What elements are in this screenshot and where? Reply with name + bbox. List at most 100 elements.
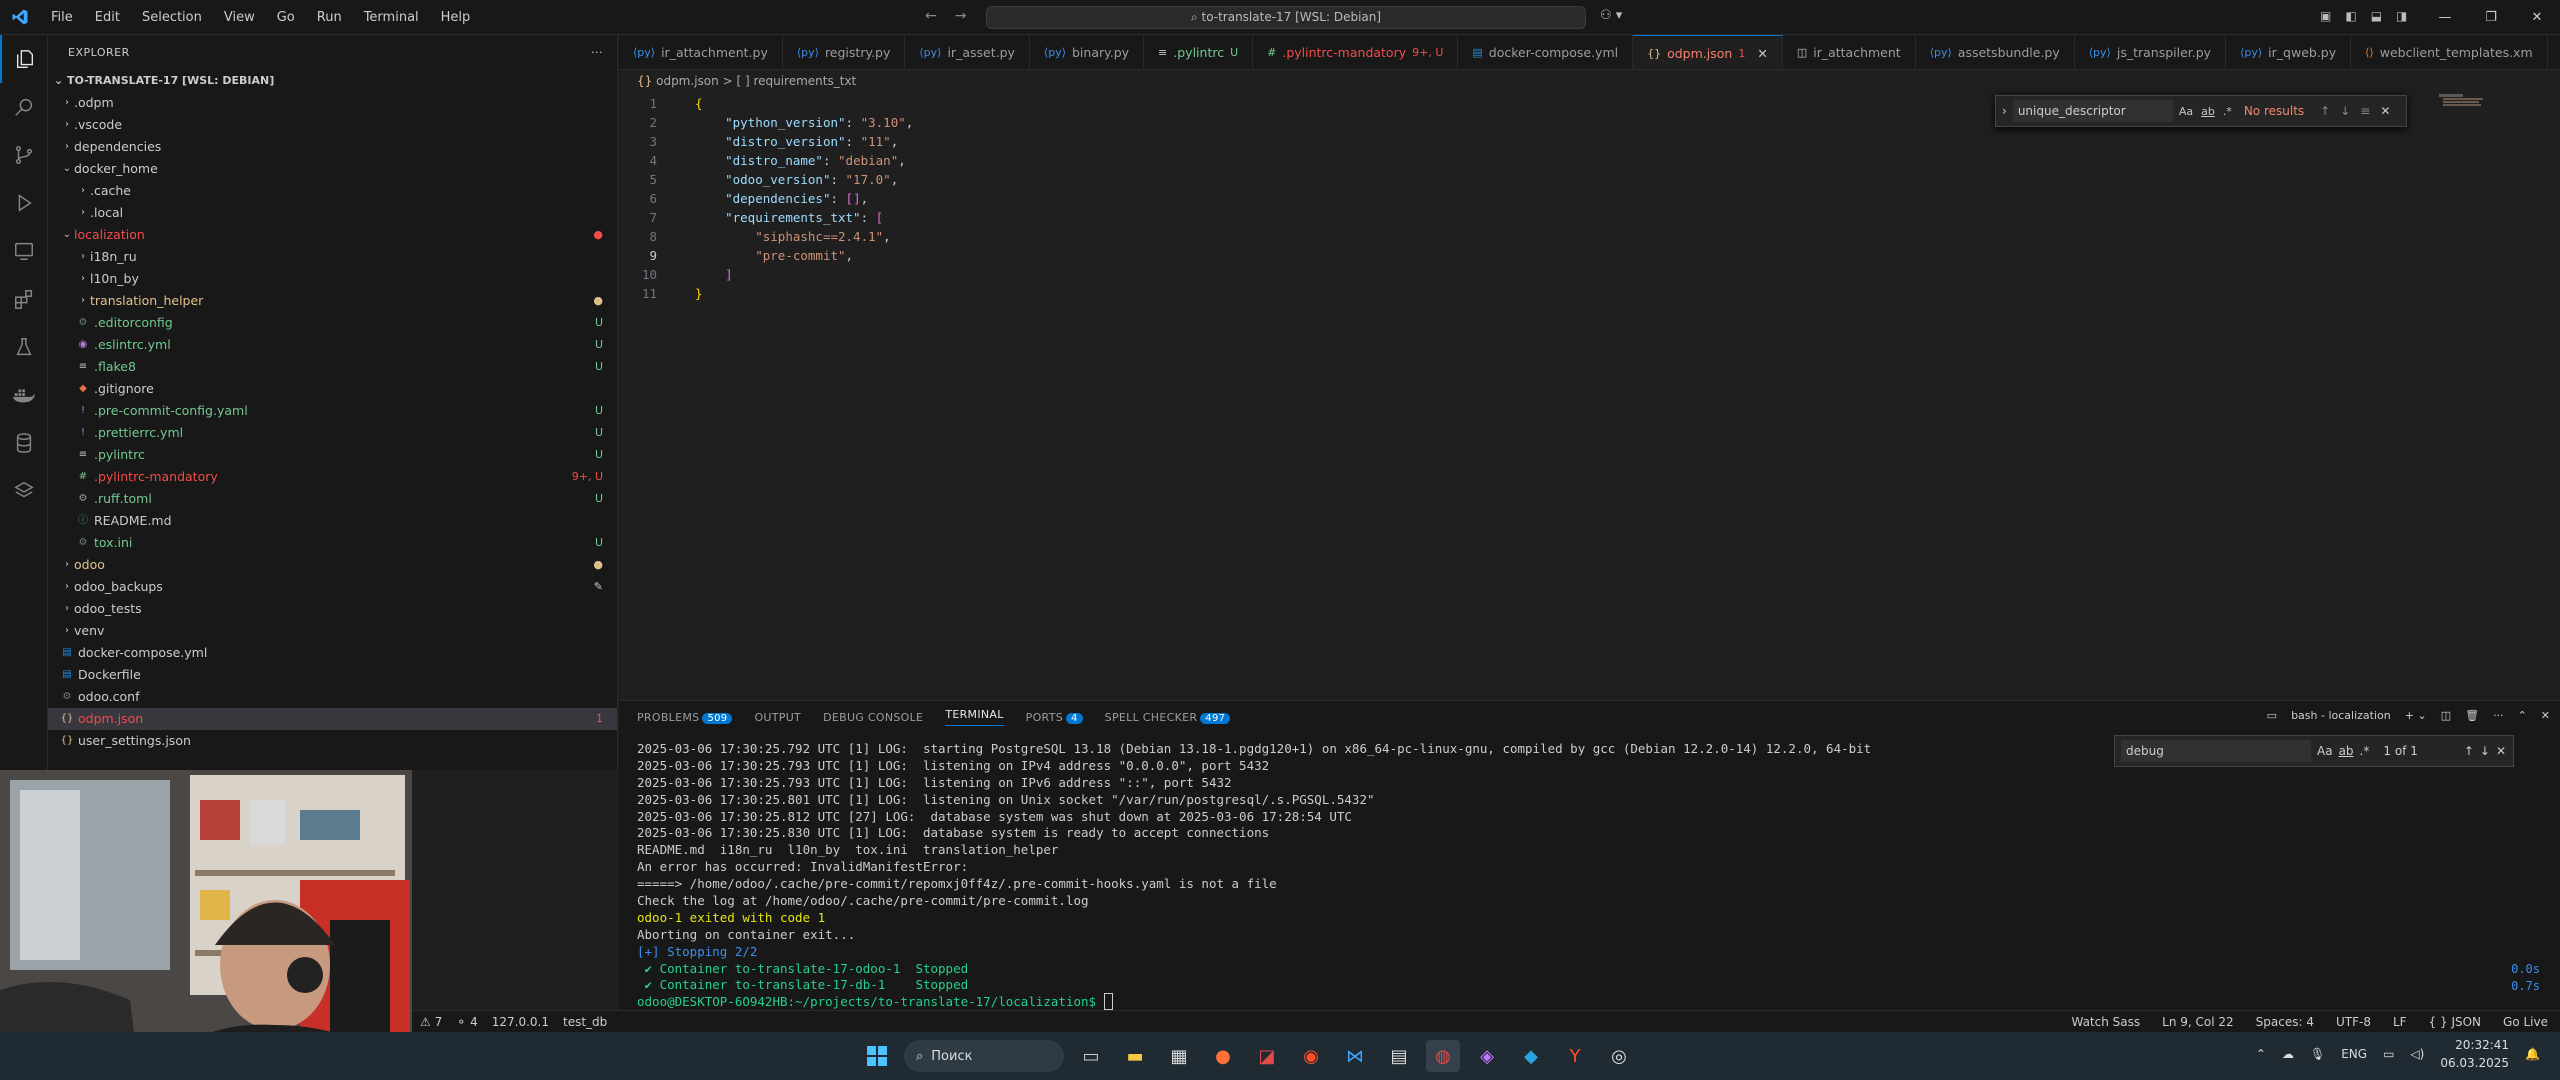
copilot-icon[interactable]: ⚇ ▾ — [1600, 8, 1622, 23]
editor-tab[interactable]: ⟨py⟩ js_transpiler.py — [2075, 35, 2227, 69]
next-match-icon[interactable]: ↓ — [2480, 744, 2490, 758]
tree-file[interactable]: ≡ .flake8 U — [48, 356, 617, 378]
forward-arrow-icon[interactable]: → — [955, 8, 967, 24]
maximize-panel-icon[interactable]: ⌃ — [2518, 709, 2527, 722]
menu-help[interactable]: Help — [430, 0, 482, 35]
editor-tab[interactable]: ◫ ir_attachment — [1783, 35, 1916, 69]
input-language[interactable]: ENG — [2341, 1047, 2367, 1061]
match-case-icon[interactable]: Aa — [2317, 744, 2333, 758]
tree-file[interactable]: # .pylintrc-mandatory 9+, U — [48, 466, 617, 488]
remote-explorer-icon[interactable] — [0, 227, 48, 275]
tree-folder[interactable]: › odoo_tests — [48, 598, 617, 620]
code-line[interactable]: 10 ] — [619, 265, 2560, 284]
tree-folder[interactable]: › odoo_backups ✎ — [48, 576, 617, 598]
code-line[interactable]: 11} — [619, 284, 2560, 303]
match-case-icon[interactable]: Aa — [2179, 105, 2193, 118]
tree-file[interactable]: ▤ docker-compose.yml — [48, 642, 617, 664]
clock[interactable]: 20:32:41 06.03.2025 — [2440, 1036, 2509, 1072]
layout-icon[interactable]: ▣ — [2320, 9, 2331, 23]
tree-folder[interactable]: › .local — [48, 202, 617, 224]
terminal-output[interactable]: 2025-03-06 17:30:25.792 UTC [1] LOG: sta… — [637, 741, 2437, 1011]
back-arrow-icon[interactable]: ← — [925, 8, 937, 24]
whole-word-icon[interactable]: ab — [2339, 744, 2354, 758]
task-view-icon[interactable]: ▭ — [1074, 1040, 1108, 1072]
panel-tab-debug-console[interactable]: DEBUG CONSOLE — [823, 711, 923, 724]
tree-folder[interactable]: › venv — [48, 620, 617, 642]
editor-tab[interactable]: {} odpm.json 1 ✕ — [1633, 35, 1783, 69]
vscode-taskbar-icon[interactable]: ⋈ — [1338, 1040, 1372, 1072]
more-actions-icon[interactable]: ··· — [591, 35, 603, 70]
tree-file[interactable]: {} user_settings.json — [48, 730, 617, 752]
new-terminal-icon[interactable]: + ⌄ — [2405, 709, 2427, 722]
status-right-item[interactable]: Ln 9, Col 22 — [2162, 1015, 2234, 1029]
tree-folder[interactable]: › l10n_by — [48, 268, 617, 290]
firefox-icon[interactable]: ● — [1206, 1040, 1240, 1072]
chevron-up-icon[interactable]: ⌃ — [2256, 1047, 2266, 1061]
app-icon[interactable]: ◪ — [1250, 1040, 1284, 1072]
telegram-icon[interactable]: ◆ — [1514, 1040, 1548, 1072]
minimize-icon[interactable]: — — [2422, 0, 2468, 35]
tree-file[interactable]: ≡ .pylintrc U — [48, 444, 617, 466]
editor-tab[interactable]: ⟨py⟩ assetsbundle.py — [1916, 35, 2075, 69]
code-line[interactable]: 6 "dependencies": [], — [619, 189, 2560, 208]
toggle-replace-icon[interactable]: › — [2002, 104, 2007, 118]
editor-tab[interactable]: # .pylintrc-mandatory 9+, U — [1253, 35, 1459, 69]
tree-folder[interactable]: › dependencies — [48, 136, 617, 158]
panel-tab-terminal[interactable]: TERMINAL — [945, 708, 1004, 726]
tree-file[interactable]: ⓘ README.md — [48, 510, 617, 532]
more-actions-icon[interactable]: ··· — [2493, 709, 2504, 722]
whole-word-icon[interactable]: ab — [2201, 105, 2215, 118]
close-panel-icon[interactable]: ✕ — [2541, 709, 2550, 722]
editor-tab[interactable]: ⟨py⟩ binary.py — [1030, 35, 1145, 69]
editor-tab[interactable]: ⟨py⟩ ir_attachment.py — [619, 35, 783, 69]
tree-file[interactable]: ◉ .eslintrc.yml U — [48, 334, 617, 356]
start-menu-icon[interactable] — [860, 1040, 894, 1072]
taskbar-search[interactable]: ⌕ Поиск — [904, 1040, 1064, 1072]
menu-edit[interactable]: Edit — [84, 0, 131, 35]
editor-tab[interactable]: ≡ .pylintrc U — [1144, 35, 1254, 69]
tree-folder[interactable]: › .vscode — [48, 114, 617, 136]
tree-folder[interactable]: ⌄ localization ● — [48, 224, 617, 246]
explorer-icon[interactable] — [0, 35, 48, 83]
onedrive-icon[interactable]: ☁ — [2282, 1047, 2294, 1061]
close-window-icon[interactable]: ✕ — [2514, 0, 2560, 35]
restore-icon[interactable]: ❐ — [2468, 0, 2514, 35]
tree-folder[interactable]: › .odpm — [48, 92, 617, 114]
code-line[interactable]: 3 "distro_version": "11", — [619, 132, 2560, 151]
code-line[interactable]: 9 "pre-commit", — [619, 246, 2560, 265]
previous-match-icon[interactable]: ↑ — [2464, 744, 2474, 758]
toggle-panel-icon[interactable]: ⬓ — [2371, 9, 2382, 23]
tree-file[interactable]: ⚙ .ruff.toml U — [48, 488, 617, 510]
tree-file[interactable]: {} odpm.json 1 — [48, 708, 617, 730]
tree-file[interactable]: ! .prettierrc.yml U — [48, 422, 617, 444]
database-icon[interactable] — [0, 419, 48, 467]
extensions-icon[interactable] — [0, 275, 48, 323]
status-right-item[interactable]: Watch Sass — [2071, 1015, 2140, 1029]
microphone-icon[interactable]: 🎙 — [2310, 1047, 2325, 1061]
network-icon[interactable]: ▭ — [2383, 1047, 2394, 1061]
yandex-icon[interactable]: ◉ — [1294, 1040, 1328, 1072]
yandex-browser-icon[interactable]: Y — [1558, 1040, 1592, 1072]
run-debug-icon[interactable] — [0, 179, 48, 227]
split-terminal-icon[interactable]: ◫ — [2441, 709, 2451, 722]
breadcrumb-file[interactable]: odpm.json — [656, 74, 719, 88]
previous-match-icon[interactable]: ↑ — [2320, 104, 2330, 118]
editor-tab[interactable]: ⟨py⟩ ir_asset.py — [905, 35, 1030, 69]
panel-tab-output[interactable]: OUTPUT — [754, 711, 801, 724]
store-icon[interactable]: ▦ — [1162, 1040, 1196, 1072]
recorder-icon[interactable]: ◍ — [1426, 1040, 1460, 1072]
status-right-item[interactable]: Spaces: 4 — [2256, 1015, 2314, 1029]
minimap[interactable] — [2437, 92, 2545, 132]
notepad-icon[interactable]: ▤ — [1382, 1040, 1416, 1072]
notifications-icon[interactable]: 🔔 — [2525, 1047, 2540, 1061]
tree-file[interactable]: ⚙ tox.ini U — [48, 532, 617, 554]
terminal-name[interactable]: bash - localization — [2291, 709, 2391, 722]
editor-tab[interactable]: ▤ docker-compose.yml — [1458, 35, 1634, 69]
code-line[interactable]: 7 "requirements_txt": [ — [619, 208, 2560, 227]
panel-tab-spell-checker[interactable]: SPELL CHECKER 497 — [1105, 711, 1231, 724]
layers-icon[interactable] — [0, 467, 48, 515]
trash-icon[interactable]: 🗑 — [2465, 709, 2479, 722]
next-match-icon[interactable]: ↓ — [2340, 104, 2350, 118]
status-left-item[interactable]: ⚠ 7 — [420, 1015, 442, 1029]
tree-file[interactable]: ▤ Dockerfile — [48, 664, 617, 686]
